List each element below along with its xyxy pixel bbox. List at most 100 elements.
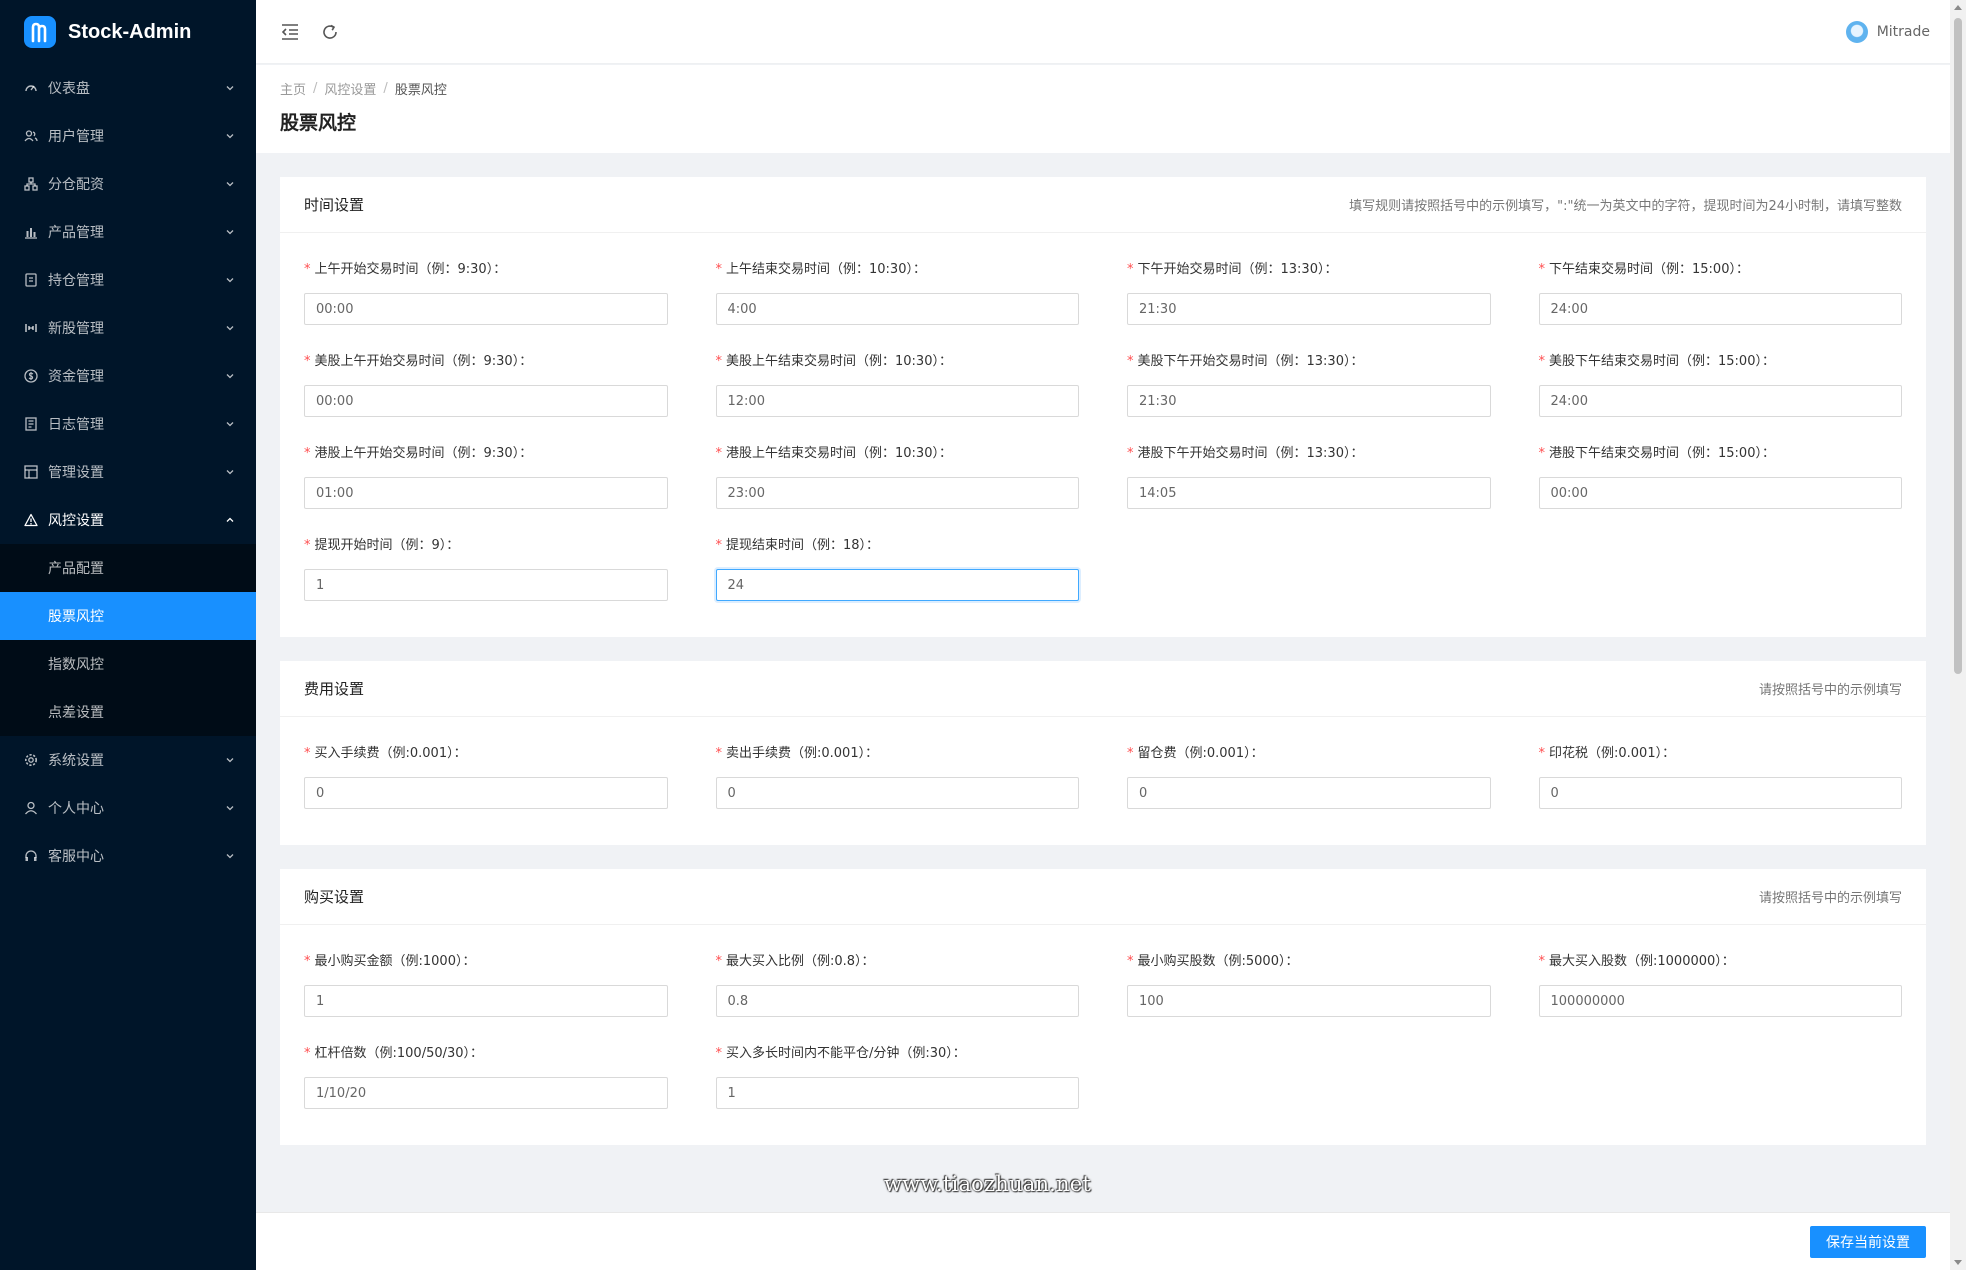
buy-fee-input[interactable] [304,777,668,809]
sidebar: Stock-Admin 仪表盘 用户管理 分仓配资 产品管理 持仓管理 新股管理… [0,0,256,1270]
withdraw-end-input[interactable] [715,569,1079,601]
stock-icon [24,321,38,335]
warning-icon [24,513,38,527]
sidebar-subitem-index-risk[interactable]: 指数风控 [0,640,256,688]
user-menu[interactable]: Mitrade [1845,20,1950,43]
sidebar-item-admin-settings[interactable]: 管理设置 [0,448,256,496]
field-label: 最大买入股数（例:1000000）： [1549,954,1735,969]
us-pm-open-time-input[interactable] [1127,385,1491,417]
save-settings-button[interactable]: 保存当前设置 [1810,1225,1926,1258]
breadcrumb-separator: / [383,81,388,96]
bar-chart-icon [24,225,38,239]
form-field: * 最大买入股数（例:1000000）： [1538,953,1902,1017]
stamp-tax-input[interactable] [1538,777,1902,809]
card-hint: 请按照括号中的示例填写 [1758,891,1902,906]
hk-am-close-time-input[interactable] [715,477,1079,509]
sidebar-item-logs[interactable]: 日志管理 [0,400,256,448]
scroll-down-icon[interactable] [1954,1260,1962,1265]
field-label: 美股下午开始交易时间（例：13:30）： [1137,354,1364,369]
page-title: 股票风控 [280,112,357,134]
field-label: 港股上午结束交易时间（例：10:30）： [726,446,952,461]
sidebar-item-dashboard[interactable]: 仪表盘 [0,64,256,112]
scroll-up-icon[interactable] [1954,5,1962,10]
field-label: 港股下午开始交易时间（例：13:30）： [1137,446,1364,461]
sidebar-item-profile[interactable]: 个人中心 [0,784,256,832]
max-buy-ratio-input[interactable] [715,985,1079,1017]
sidebar-item-products[interactable]: 产品管理 [0,208,256,256]
hk-pm-close-time-input[interactable] [1538,477,1902,509]
us-am-close-time-input[interactable] [715,385,1079,417]
field-label: 下午结束交易时间（例：15:00）： [1549,262,1749,277]
sell-fee-input[interactable] [715,777,1079,809]
field-label: 下午开始交易时间（例：13:30）： [1137,262,1338,277]
time-settings-card: 时间设置 填写规则请按照括号中的示例填写，":"统一为英文中的字符，提现时间为2… [280,177,1926,637]
form-field: * 印花税（例:0.001）： [1538,745,1902,809]
form-field: * 港股上午开始交易时间（例：9:30）： [304,445,668,509]
leverage-input[interactable] [304,1077,668,1109]
us-pm-close-time-input[interactable] [1538,385,1902,417]
user-icon [24,801,38,815]
breadcrumb-home[interactable]: 主页 [280,79,306,98]
risk-control-submenu: 产品配置 股票风控 指数风控 点差设置 [0,544,256,736]
sidebar-item-positions[interactable]: 持仓管理 [0,256,256,304]
field-label: 杠杆倍数（例:100/50/30）： [314,1046,484,1061]
sidebar-item-allocation[interactable]: 分仓配资 [0,160,256,208]
sidebar-item-label: 分仓配资 [48,177,104,193]
sidebar-item-ipo[interactable]: 新股管理 [0,304,256,352]
am-open-time-input[interactable] [304,293,668,325]
chevron-up-icon [226,517,234,522]
form-field: * 提现开始时间（例：9）： [304,537,668,601]
watermark: www.tiaozhuan.net [884,1172,1092,1196]
form-field: * 港股上午结束交易时间（例：10:30）： [715,445,1079,509]
overnight-fee-input[interactable] [1127,777,1491,809]
chevron-down-icon [226,182,234,187]
scroll-thumb[interactable] [1954,18,1962,674]
us-am-open-time-input[interactable] [304,385,668,417]
sidebar-item-label: 管理设置 [48,465,104,481]
field-label: 港股下午结束交易时间（例：15:00）： [1549,446,1775,461]
sidebar-item-label: 持仓管理 [48,273,104,289]
pm-open-time-input[interactable] [1127,293,1491,325]
logo-icon [24,16,56,48]
reload-icon[interactable] [318,20,342,44]
sidebar-item-funds[interactable]: 资金管理 [0,352,256,400]
sidebar-subitem-stock-risk[interactable]: 股票风控 [0,592,256,640]
field-label: 买入多长时间内不能平仓/分钟（例:30）： [726,1046,966,1061]
hk-pm-open-time-input[interactable] [1127,477,1491,509]
sidebar-item-support[interactable]: 客服中心 [0,832,256,880]
sidebar-item-users[interactable]: 用户管理 [0,112,256,160]
form-field: * 下午结束交易时间（例：15:00）： [1538,261,1902,325]
sidebar-subitem-spread-settings[interactable]: 点差设置 [0,688,256,736]
sidebar-subitem-product-config[interactable]: 产品配置 [0,544,256,592]
menu-fold-icon[interactable] [278,20,302,44]
main-content: 时间设置 填写规则请按照括号中的示例填写，":"统一为英文中的字符，提现时间为2… [256,153,1950,1270]
logo[interactable]: Stock-Admin [0,0,256,64]
withdraw-start-input[interactable] [304,569,668,601]
card-hint: 请按照括号中的示例填写 [1758,683,1902,698]
sidebar-item-label: 产品管理 [48,225,104,241]
field-label: 最小购买股数（例:5000）： [1137,954,1299,969]
sidebar-item-risk-control[interactable]: 风控设置 [0,496,256,544]
form-field: * 下午开始交易时间（例：13:30）： [1127,261,1491,325]
dollar-icon [24,369,38,383]
form-field: * 美股上午结束交易时间（例：10:30）： [715,353,1079,417]
form-field: * 美股下午结束交易时间（例：15:00）： [1538,353,1902,417]
field-label: 最大买入比例（例:0.8）： [726,954,875,969]
field-label: 上午开始交易时间（例：9:30）： [314,262,507,277]
am-close-time-input[interactable] [715,293,1079,325]
chevron-down-icon [226,758,234,763]
max-buy-shares-input[interactable] [1538,985,1902,1017]
field-label: 上午结束交易时间（例：10:30）： [726,262,926,277]
min-buy-amount-input[interactable] [304,985,668,1017]
breadcrumb-risk-settings[interactable]: 风控设置 [324,79,376,98]
pm-close-time-input[interactable] [1538,293,1902,325]
form-field: * 杠杆倍数（例:100/50/30）： [304,1045,668,1109]
hk-am-open-time-input[interactable] [304,477,668,509]
scrollbar[interactable] [1950,0,1966,1270]
field-label: 美股上午开始交易时间（例：9:30）： [314,354,533,369]
no-close-minutes-input[interactable] [715,1077,1079,1109]
chevron-down-icon [226,326,234,331]
form-field: * 上午开始交易时间（例：9:30）： [304,261,668,325]
min-buy-shares-input[interactable] [1127,985,1491,1017]
sidebar-item-system-settings[interactable]: 系统设置 [0,736,256,784]
